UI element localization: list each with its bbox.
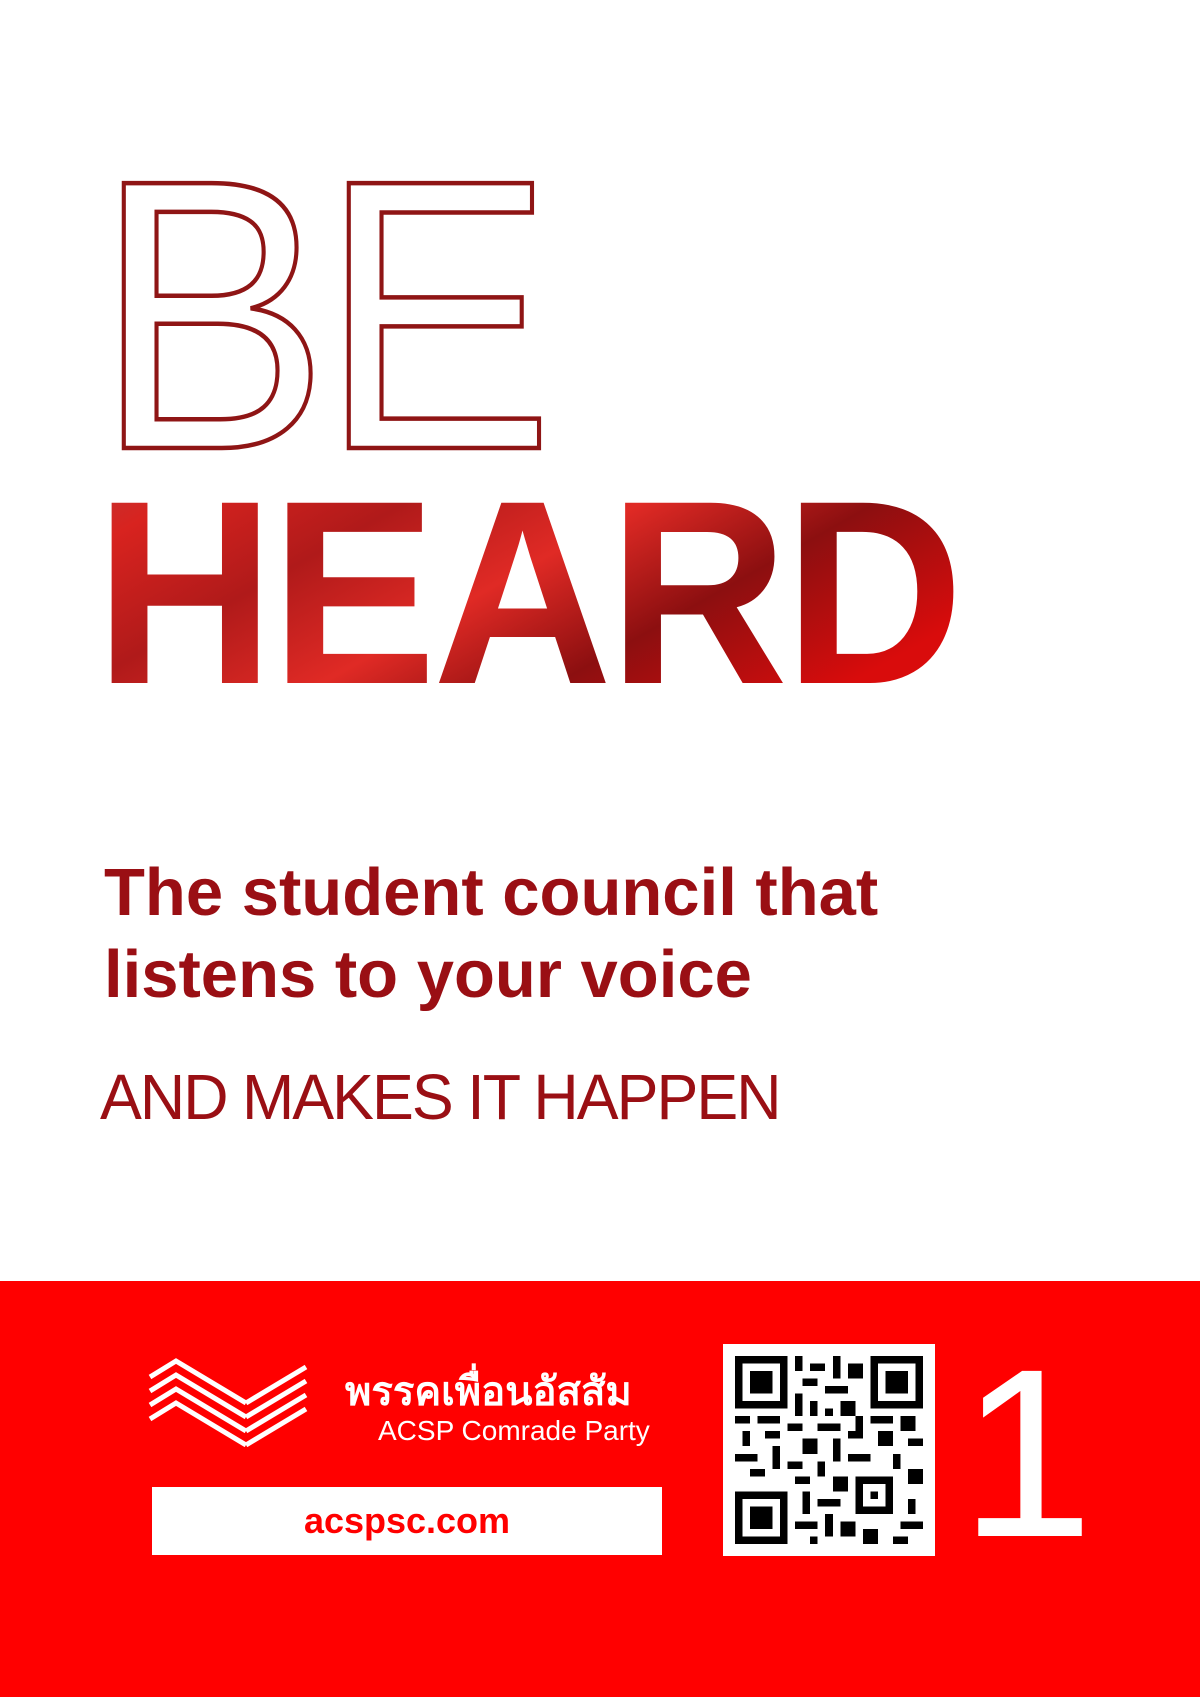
- website-link[interactable]: acspsc.com: [304, 1500, 510, 1542]
- tagline-line-2: listens to your voice: [104, 937, 752, 1012]
- headline-heard: HEARD: [95, 446, 960, 739]
- qr-code[interactable]: [723, 1344, 935, 1556]
- tagline: The student council that listens to your…: [104, 852, 1004, 1016]
- headline: BE HEARD: [93, 97, 964, 739]
- party-name-thai: พรรคเพื่อนอัสสัม: [345, 1369, 632, 1415]
- footer-banner: พรรคเพื่อนอัสสัม ACSP Comrade Party acsp…: [0, 1281, 1200, 1697]
- website-box[interactable]: acspsc.com: [152, 1487, 662, 1555]
- poster-hero: BE HEARD The student council that listen…: [0, 0, 1200, 1280]
- qr-code-icon: [735, 1356, 923, 1544]
- chevron-stripes-icon: [148, 1358, 308, 1447]
- subline: AND MAKES IT HAPPEN: [100, 1061, 782, 1133]
- ballot-number: 1: [960, 1319, 1094, 1587]
- tagline-line-1: The student council that: [104, 855, 879, 930]
- party-name-english: ACSP Comrade Party: [378, 1415, 650, 1446]
